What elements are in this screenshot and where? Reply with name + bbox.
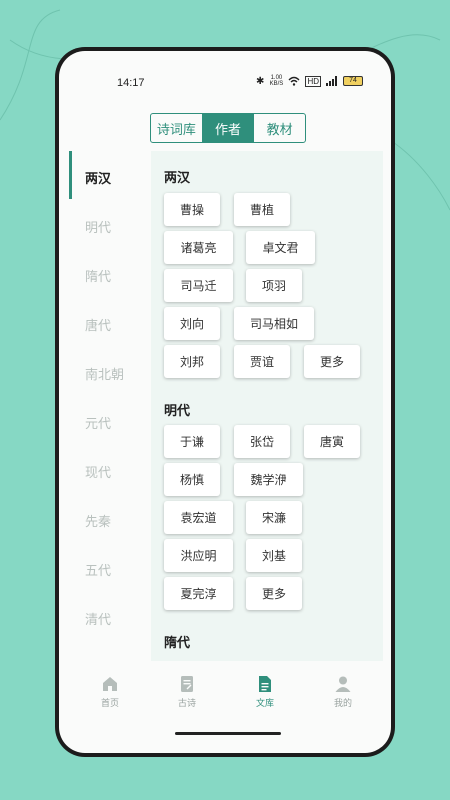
sidebar-item-qing[interactable]: 清代 [85, 609, 111, 628]
author-list: 两汉 曹操 曹植 诸葛亮 卓文君 司马迁 项羽 刘向 司马相如 刘邦 贾谊 更多… [151, 151, 383, 661]
sidebar-item-liang-han[interactable]: 两汉 [85, 168, 111, 187]
author-chip[interactable]: 刘邦 [164, 345, 220, 378]
author-chip[interactable]: 卓文君 [246, 231, 315, 264]
nav-library[interactable]: 文库 [240, 675, 290, 709]
author-chip[interactable]: 司马迁 [164, 269, 233, 302]
author-chip[interactable]: 曹植 [234, 193, 290, 226]
top-tabs: 诗词库 作者 教材 [150, 113, 306, 143]
author-chip[interactable]: 刘基 [246, 539, 302, 572]
nav-profile[interactable]: 我的 [318, 675, 368, 709]
author-chip[interactable]: 宋濂 [246, 501, 302, 534]
sidebar-item-sui[interactable]: 隋代 [85, 266, 111, 285]
author-chip[interactable]: 唐寅 [304, 425, 360, 458]
phone-frame: 14:17 ✱ 1.00 KB/S HD 74 诗词库 作者 教材 两汉 明代 … [55, 47, 395, 757]
tab-poetry-library[interactable]: 诗词库 [151, 114, 202, 142]
profile-icon [335, 676, 351, 692]
author-chip[interactable]: 袁宏道 [164, 501, 233, 534]
status-time: 14:17 [117, 77, 145, 89]
bluetooth-icon: ✱ [256, 75, 265, 87]
section-title: 明代 [164, 404, 191, 419]
author-chip[interactable]: 曹操 [164, 193, 220, 226]
author-chip[interactable]: 诸葛亮 [164, 231, 233, 264]
sidebar-item-ming[interactable]: 明代 [85, 217, 111, 236]
home-indicator[interactable] [175, 732, 281, 735]
status-icons: ✱ 1.00 KB/S HD 74 [256, 75, 363, 87]
sidebar-item-tang[interactable]: 唐代 [85, 315, 111, 334]
nav-poems[interactable]: 古诗 [162, 675, 212, 709]
nav-home[interactable]: 首页 [85, 675, 135, 709]
tab-authors[interactable]: 作者 [201, 114, 254, 142]
tab-textbook[interactable]: 教材 [253, 114, 305, 142]
nav-poems-label: 古诗 [177, 699, 196, 709]
author-chip[interactable]: 张岱 [234, 425, 290, 458]
sidebar-item-yuan[interactable]: 元代 [85, 413, 111, 432]
battery-indicator: 74 [343, 76, 363, 86]
author-chip[interactable]: 洪应明 [164, 539, 233, 572]
sidebar-item-modern[interactable]: 现代 [85, 462, 111, 481]
section-title: 两汉 [164, 171, 191, 186]
author-chip[interactable]: 于谦 [164, 425, 220, 458]
signal-icon [326, 76, 337, 86]
nav-profile-label: 我的 [333, 699, 352, 709]
sidebar-item-wudai[interactable]: 五代 [85, 560, 111, 579]
section-title: 隋代 [164, 636, 191, 651]
more-button[interactable]: 更多 [246, 577, 302, 610]
nav-home-label: 首页 [100, 699, 119, 709]
author-chip[interactable]: 司马相如 [234, 307, 314, 340]
home-icon [103, 677, 117, 691]
sim-icon: HD [305, 75, 321, 87]
nav-library-label: 文库 [255, 699, 274, 709]
poem-icon [181, 676, 193, 692]
sidebar-item-xianqin[interactable]: 先秦 [85, 511, 111, 530]
author-chip[interactable]: 项羽 [246, 269, 302, 302]
library-icon [259, 676, 271, 692]
author-chip[interactable]: 杨慎 [164, 463, 220, 496]
dynasty-sidebar: 两汉 明代 隋代 唐代 南北朝 元代 现代 先秦 五代 清代 [59, 151, 151, 661]
author-chip[interactable]: 刘向 [164, 307, 220, 340]
more-button[interactable]: 更多 [304, 345, 360, 378]
sidebar-active-indicator [69, 151, 72, 199]
author-chip[interactable]: 魏学洢 [234, 463, 303, 496]
network-speed: 1.00 KB/S [269, 75, 284, 87]
net-speed-unit: KB/S [269, 81, 284, 87]
status-bar: 14:17 ✱ 1.00 KB/S HD 74 [59, 51, 391, 91]
wifi-icon [288, 76, 300, 86]
screen: 14:17 ✱ 1.00 KB/S HD 74 诗词库 作者 教材 两汉 明代 … [59, 51, 391, 753]
bottom-navigation: 首页 古诗 文库 我的 [59, 663, 391, 723]
sidebar-item-nanbei[interactable]: 南北朝 [85, 364, 124, 383]
author-chip[interactable]: 贾谊 [234, 345, 290, 378]
author-chip[interactable]: 夏完淳 [164, 577, 233, 610]
